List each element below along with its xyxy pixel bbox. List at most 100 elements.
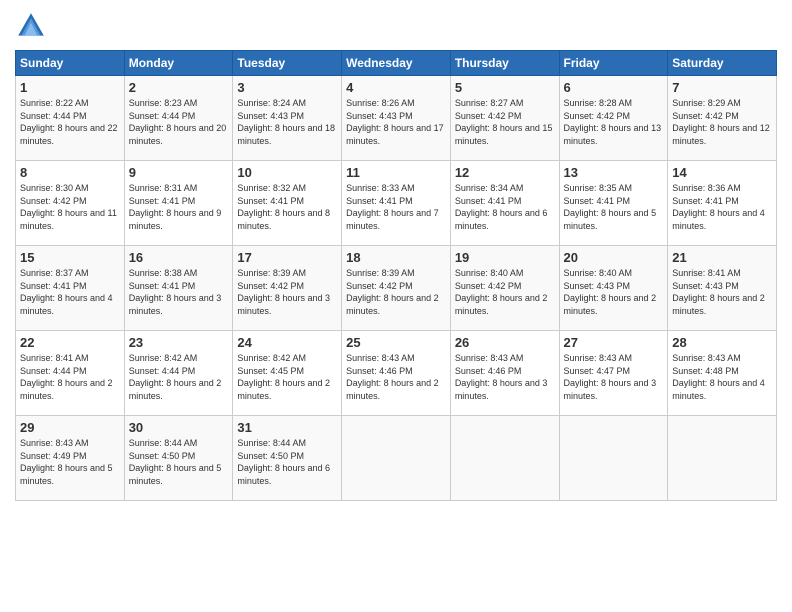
day-info: Sunrise: 8:31 AM Sunset: 4:41 PM Dayligh… <box>129 182 229 232</box>
calendar-cell: 19 Sunrise: 8:40 AM Sunset: 4:42 PM Dayl… <box>450 246 559 331</box>
day-info: Sunrise: 8:41 AM Sunset: 4:43 PM Dayligh… <box>672 267 772 317</box>
day-info: Sunrise: 8:37 AM Sunset: 4:41 PM Dayligh… <box>20 267 120 317</box>
day-header-monday: Monday <box>124 51 233 76</box>
page: SundayMondayTuesdayWednesdayThursdayFrid… <box>0 0 792 612</box>
day-number: 10 <box>237 165 337 180</box>
day-info: Sunrise: 8:28 AM Sunset: 4:42 PM Dayligh… <box>564 97 664 147</box>
day-number: 1 <box>20 80 120 95</box>
calendar-cell: 18 Sunrise: 8:39 AM Sunset: 4:42 PM Dayl… <box>342 246 451 331</box>
calendar-cell: 2 Sunrise: 8:23 AM Sunset: 4:44 PM Dayli… <box>124 76 233 161</box>
day-info: Sunrise: 8:23 AM Sunset: 4:44 PM Dayligh… <box>129 97 229 147</box>
calendar-cell <box>450 416 559 501</box>
week-row-1: 1 Sunrise: 8:22 AM Sunset: 4:44 PM Dayli… <box>16 76 777 161</box>
day-info: Sunrise: 8:35 AM Sunset: 4:41 PM Dayligh… <box>564 182 664 232</box>
calendar-cell: 29 Sunrise: 8:43 AM Sunset: 4:49 PM Dayl… <box>16 416 125 501</box>
header <box>15 10 777 42</box>
calendar-cell <box>342 416 451 501</box>
day-number: 13 <box>564 165 664 180</box>
logo-icon <box>15 10 47 42</box>
day-number: 5 <box>455 80 555 95</box>
day-info: Sunrise: 8:24 AM Sunset: 4:43 PM Dayligh… <box>237 97 337 147</box>
calendar-cell: 9 Sunrise: 8:31 AM Sunset: 4:41 PM Dayli… <box>124 161 233 246</box>
day-number: 11 <box>346 165 446 180</box>
header-row: SundayMondayTuesdayWednesdayThursdayFrid… <box>16 51 777 76</box>
day-info: Sunrise: 8:39 AM Sunset: 4:42 PM Dayligh… <box>237 267 337 317</box>
day-info: Sunrise: 8:43 AM Sunset: 4:46 PM Dayligh… <box>455 352 555 402</box>
calendar-cell: 1 Sunrise: 8:22 AM Sunset: 4:44 PM Dayli… <box>16 76 125 161</box>
calendar-cell: 7 Sunrise: 8:29 AM Sunset: 4:42 PM Dayli… <box>668 76 777 161</box>
week-row-5: 29 Sunrise: 8:43 AM Sunset: 4:49 PM Dayl… <box>16 416 777 501</box>
day-number: 28 <box>672 335 772 350</box>
day-number: 17 <box>237 250 337 265</box>
day-number: 30 <box>129 420 229 435</box>
day-number: 29 <box>20 420 120 435</box>
day-header-wednesday: Wednesday <box>342 51 451 76</box>
day-number: 14 <box>672 165 772 180</box>
calendar-cell: 27 Sunrise: 8:43 AM Sunset: 4:47 PM Dayl… <box>559 331 668 416</box>
calendar-cell: 22 Sunrise: 8:41 AM Sunset: 4:44 PM Dayl… <box>16 331 125 416</box>
calendar-cell: 25 Sunrise: 8:43 AM Sunset: 4:46 PM Dayl… <box>342 331 451 416</box>
day-number: 12 <box>455 165 555 180</box>
calendar-cell: 14 Sunrise: 8:36 AM Sunset: 4:41 PM Dayl… <box>668 161 777 246</box>
day-info: Sunrise: 8:33 AM Sunset: 4:41 PM Dayligh… <box>346 182 446 232</box>
day-number: 24 <box>237 335 337 350</box>
calendar-cell <box>559 416 668 501</box>
day-number: 7 <box>672 80 772 95</box>
day-header-friday: Friday <box>559 51 668 76</box>
day-number: 19 <box>455 250 555 265</box>
day-number: 25 <box>346 335 446 350</box>
day-info: Sunrise: 8:26 AM Sunset: 4:43 PM Dayligh… <box>346 97 446 147</box>
day-number: 20 <box>564 250 664 265</box>
calendar-cell: 12 Sunrise: 8:34 AM Sunset: 4:41 PM Dayl… <box>450 161 559 246</box>
week-row-4: 22 Sunrise: 8:41 AM Sunset: 4:44 PM Dayl… <box>16 331 777 416</box>
calendar-cell: 3 Sunrise: 8:24 AM Sunset: 4:43 PM Dayli… <box>233 76 342 161</box>
day-info: Sunrise: 8:29 AM Sunset: 4:42 PM Dayligh… <box>672 97 772 147</box>
day-header-thursday: Thursday <box>450 51 559 76</box>
day-number: 2 <box>129 80 229 95</box>
day-info: Sunrise: 8:34 AM Sunset: 4:41 PM Dayligh… <box>455 182 555 232</box>
day-info: Sunrise: 8:30 AM Sunset: 4:42 PM Dayligh… <box>20 182 120 232</box>
day-number: 23 <box>129 335 229 350</box>
day-info: Sunrise: 8:38 AM Sunset: 4:41 PM Dayligh… <box>129 267 229 317</box>
calendar-cell: 6 Sunrise: 8:28 AM Sunset: 4:42 PM Dayli… <box>559 76 668 161</box>
day-number: 16 <box>129 250 229 265</box>
calendar-cell: 30 Sunrise: 8:44 AM Sunset: 4:50 PM Dayl… <box>124 416 233 501</box>
day-number: 8 <box>20 165 120 180</box>
calendar: SundayMondayTuesdayWednesdayThursdayFrid… <box>15 50 777 501</box>
calendar-cell: 28 Sunrise: 8:43 AM Sunset: 4:48 PM Dayl… <box>668 331 777 416</box>
calendar-cell: 4 Sunrise: 8:26 AM Sunset: 4:43 PM Dayli… <box>342 76 451 161</box>
day-info: Sunrise: 8:36 AM Sunset: 4:41 PM Dayligh… <box>672 182 772 232</box>
day-number: 21 <box>672 250 772 265</box>
day-info: Sunrise: 8:27 AM Sunset: 4:42 PM Dayligh… <box>455 97 555 147</box>
day-number: 18 <box>346 250 446 265</box>
day-info: Sunrise: 8:44 AM Sunset: 4:50 PM Dayligh… <box>129 437 229 487</box>
day-info: Sunrise: 8:43 AM Sunset: 4:48 PM Dayligh… <box>672 352 772 402</box>
day-number: 4 <box>346 80 446 95</box>
calendar-cell: 5 Sunrise: 8:27 AM Sunset: 4:42 PM Dayli… <box>450 76 559 161</box>
day-info: Sunrise: 8:40 AM Sunset: 4:42 PM Dayligh… <box>455 267 555 317</box>
calendar-cell: 17 Sunrise: 8:39 AM Sunset: 4:42 PM Dayl… <box>233 246 342 331</box>
calendar-cell: 8 Sunrise: 8:30 AM Sunset: 4:42 PM Dayli… <box>16 161 125 246</box>
calendar-cell: 16 Sunrise: 8:38 AM Sunset: 4:41 PM Dayl… <box>124 246 233 331</box>
calendar-cell: 21 Sunrise: 8:41 AM Sunset: 4:43 PM Dayl… <box>668 246 777 331</box>
day-number: 22 <box>20 335 120 350</box>
calendar-cell: 23 Sunrise: 8:42 AM Sunset: 4:44 PM Dayl… <box>124 331 233 416</box>
day-info: Sunrise: 8:43 AM Sunset: 4:47 PM Dayligh… <box>564 352 664 402</box>
day-number: 9 <box>129 165 229 180</box>
calendar-cell: 13 Sunrise: 8:35 AM Sunset: 4:41 PM Dayl… <box>559 161 668 246</box>
day-header-saturday: Saturday <box>668 51 777 76</box>
day-number: 3 <box>237 80 337 95</box>
day-number: 6 <box>564 80 664 95</box>
day-info: Sunrise: 8:43 AM Sunset: 4:46 PM Dayligh… <box>346 352 446 402</box>
day-header-sunday: Sunday <box>16 51 125 76</box>
day-number: 27 <box>564 335 664 350</box>
day-header-tuesday: Tuesday <box>233 51 342 76</box>
week-row-2: 8 Sunrise: 8:30 AM Sunset: 4:42 PM Dayli… <box>16 161 777 246</box>
calendar-cell: 10 Sunrise: 8:32 AM Sunset: 4:41 PM Dayl… <box>233 161 342 246</box>
calendar-cell <box>668 416 777 501</box>
day-info: Sunrise: 8:39 AM Sunset: 4:42 PM Dayligh… <box>346 267 446 317</box>
day-info: Sunrise: 8:44 AM Sunset: 4:50 PM Dayligh… <box>237 437 337 487</box>
day-number: 15 <box>20 250 120 265</box>
day-info: Sunrise: 8:43 AM Sunset: 4:49 PM Dayligh… <box>20 437 120 487</box>
day-info: Sunrise: 8:40 AM Sunset: 4:43 PM Dayligh… <box>564 267 664 317</box>
